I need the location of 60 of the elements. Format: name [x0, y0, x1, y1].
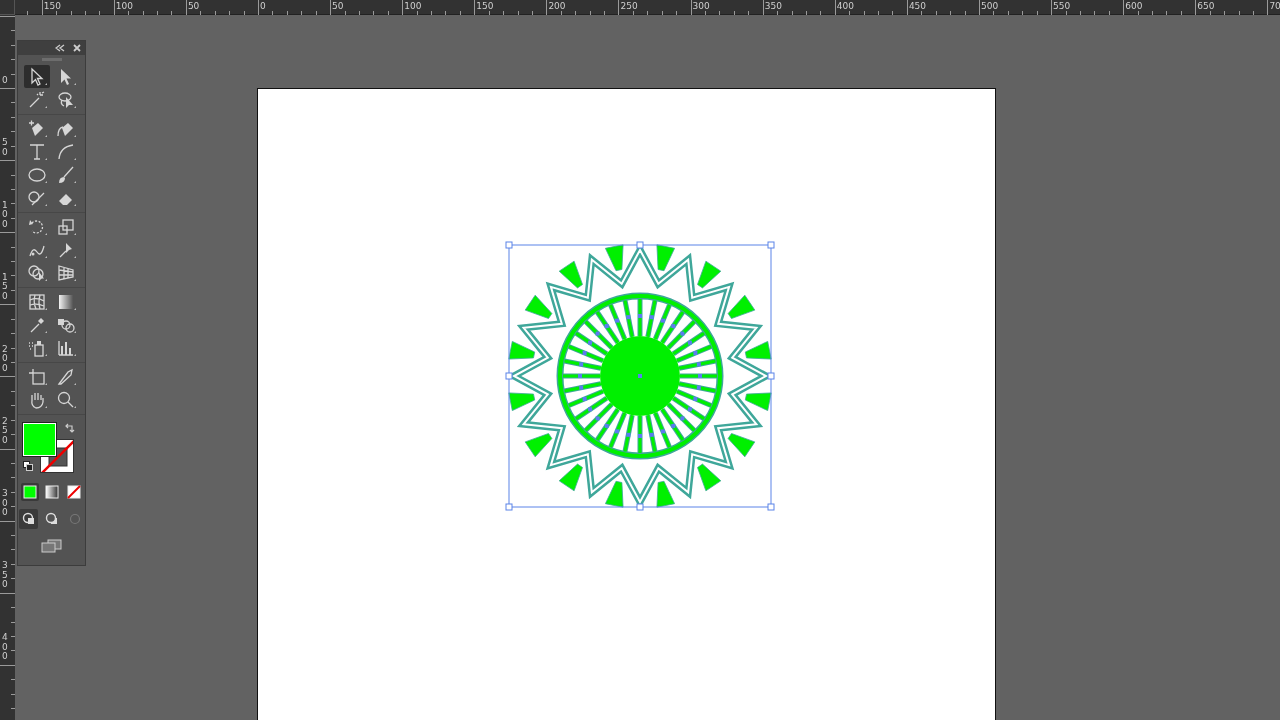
ruler-label: 100: [404, 2, 422, 11]
ruler-label: 300: [692, 2, 710, 11]
zoom-icon: [56, 389, 76, 410]
paintbrush-icon: [56, 164, 76, 185]
draw-normal-icon: [21, 512, 36, 526]
ruler-label: 650: [1197, 2, 1215, 11]
ruler-label: 150: [476, 2, 494, 11]
draw-behind-icon: [44, 512, 59, 526]
ruler-label: 300: [2, 489, 8, 518]
lasso-icon: [56, 89, 76, 110]
draw-mode-button[interactable]: [19, 509, 38, 529]
ruler-label: 50: [2, 138, 8, 157]
color-mode-button[interactable]: [42, 483, 61, 501]
ruler-label: 50: [187, 2, 200, 11]
magic-wand-icon: [27, 89, 47, 110]
ruler-label: 450: [908, 2, 927, 11]
ruler-label: 150: [2, 272, 8, 302]
screen-mode-button[interactable]: [38, 537, 65, 555]
none-mode-icon: [66, 485, 81, 499]
screen-mode-icon: [40, 539, 63, 553]
mesh-icon: [27, 291, 47, 312]
swap-arrows-icon: [64, 423, 75, 433]
ruler-label: 150: [43, 2, 61, 11]
scale-icon: [56, 216, 76, 237]
ruler-label: 350: [764, 2, 782, 11]
ruler-label: 250: [2, 417, 8, 446]
arc-icon: [56, 141, 76, 162]
gradient-mode-icon: [44, 485, 59, 499]
ruler-label: 0: [2, 75, 8, 85]
draw-inside-icon: [67, 512, 82, 526]
artboard-icon: [27, 366, 47, 387]
color-mode-button[interactable]: [20, 483, 39, 501]
ruler-label: 500: [981, 2, 999, 11]
pen-plus-icon: [27, 118, 47, 139]
ruler-label: 600: [1125, 2, 1143, 11]
ruler-label: 200: [548, 2, 566, 11]
shape-builder-icon: [27, 262, 47, 283]
color-mode-button[interactable]: [64, 483, 83, 501]
close-icon: [73, 44, 81, 52]
ruler-label: 100: [115, 2, 133, 11]
ruler-label: 550: [1053, 2, 1071, 11]
tool-button[interactable]: [24, 65, 50, 88]
ruler-label: 50: [332, 2, 344, 11]
fill-swatch[interactable]: [23, 423, 56, 456]
type-icon: [27, 141, 47, 162]
default-colors-icon: [23, 461, 33, 471]
ruler-label: 200: [2, 344, 8, 374]
ruler-label: 350: [2, 561, 8, 590]
selected-sun-artwork-drawing[interactable]: [504, 240, 776, 512]
perspective-grid-icon: [56, 262, 76, 283]
ruler-label: 400: [2, 633, 8, 662]
ruler-label: 0: [260, 2, 266, 11]
ruler-label: 400: [836, 2, 854, 11]
collapse-icon: [55, 44, 65, 52]
knife-icon: [56, 366, 76, 387]
ruler-label: 250: [620, 2, 638, 11]
color-mode-icon: [22, 485, 37, 499]
ruler-label: 100: [2, 200, 8, 229]
grip-icon: [41, 56, 62, 62]
ruler-label: 70: [1269, 2, 1280, 11]
